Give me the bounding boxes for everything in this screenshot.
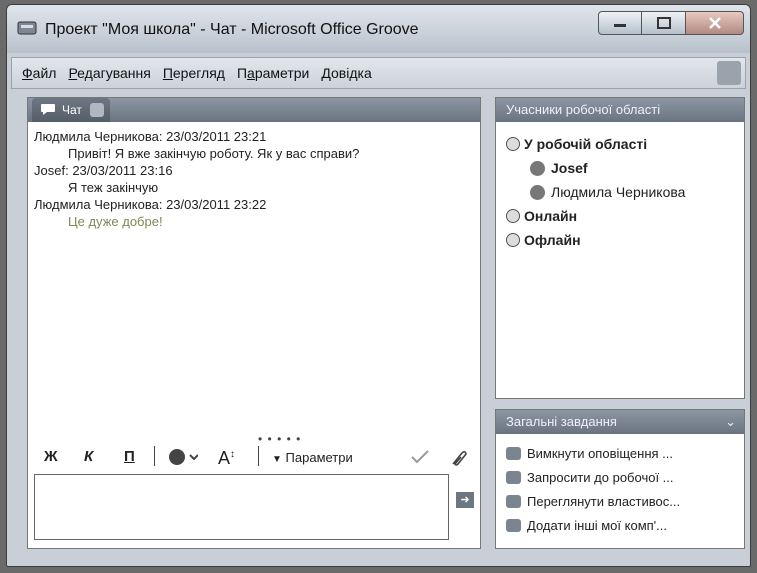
toolbar-divider bbox=[154, 446, 155, 466]
font-color-button[interactable]: A↕ bbox=[218, 448, 235, 469]
expand-group-icon bbox=[506, 137, 520, 151]
minimize-icon bbox=[614, 24, 626, 27]
common-tasks-pane: Загальні завдання ⌄ Вимкнути оповіщення … bbox=[495, 409, 745, 549]
message-time: 23/03/2011 23:22 bbox=[166, 197, 267, 212]
members-pane: Учасники робочої області У робочій облас… bbox=[495, 97, 745, 399]
title-bar[interactable]: Проект "Моя школа" - Чат - Microsoft Off… bbox=[7, 5, 750, 53]
menu-file[interactable]: Файл bbox=[22, 65, 56, 81]
bold-button[interactable]: Ж bbox=[44, 448, 58, 465]
options-button[interactable]: ▼ Параметри bbox=[272, 450, 353, 465]
task-add-computers[interactable]: Додати інші мої комп'... bbox=[506, 518, 667, 533]
user-status-icon bbox=[530, 161, 545, 176]
attach-button[interactable] bbox=[448, 448, 468, 472]
menu-options[interactable]: Параметри bbox=[237, 65, 309, 81]
message-author: Людмила Черникова: bbox=[34, 197, 163, 212]
chat-menu-icon[interactable] bbox=[89, 103, 104, 117]
chat-bubble-icon bbox=[41, 104, 55, 115]
app-window: Проект "Моя школа" - Чат - Microsoft Off… bbox=[6, 4, 751, 567]
chat-pane: Чат Людмила Черникова: 23/03/2011 23:21 … bbox=[27, 97, 481, 549]
italic-button[interactable]: К bbox=[84, 448, 93, 465]
message: Людмила Черникова: 23/03/2011 23:21 Прив… bbox=[34, 128, 474, 162]
emoticon-button[interactable] bbox=[168, 448, 199, 470]
groove-app-icon bbox=[17, 21, 37, 35]
window-controls bbox=[598, 11, 744, 39]
member-item[interactable]: Josef bbox=[530, 160, 588, 176]
emoticon-icon bbox=[169, 449, 199, 465]
menu-help[interactable]: Довідка bbox=[321, 65, 371, 81]
invite-user-icon bbox=[506, 471, 521, 484]
message-text: Привіт! Я вже закінчую роботу. Як у вас … bbox=[68, 146, 360, 161]
message-input[interactable] bbox=[34, 474, 449, 540]
resize-grip[interactable]: • • • • • bbox=[258, 432, 301, 446]
group-in-workspace[interactable]: У робочій області bbox=[506, 136, 647, 152]
dropdown-arrow-icon: ▼ bbox=[272, 454, 282, 465]
message-author: Людмила Черникова: bbox=[34, 129, 163, 144]
send-button[interactable]: ➜ bbox=[456, 492, 474, 508]
tasks-header: Загальні завдання bbox=[496, 410, 744, 434]
toolbar-divider bbox=[258, 446, 259, 466]
member-item[interactable]: Людмила Черникова bbox=[530, 184, 685, 200]
group-online[interactable]: Онлайн bbox=[506, 208, 577, 224]
maximize-icon bbox=[656, 17, 671, 29]
minimize-button[interactable] bbox=[598, 11, 642, 35]
paperclip-icon bbox=[452, 450, 467, 466]
maximize-button[interactable] bbox=[642, 11, 686, 35]
members-header: Учасники робочої області bbox=[496, 98, 744, 122]
alerts-icon bbox=[506, 447, 521, 460]
task-disable-alerts[interactable]: Вимкнути оповіщення ... bbox=[506, 446, 673, 461]
menu-edit[interactable]: Редагування bbox=[68, 65, 150, 81]
format-toolbar: • • • • • Ж К П A↕ ▼ Параметри bbox=[28, 418, 480, 470]
task-invite[interactable]: Запросити до робочої ... bbox=[506, 470, 674, 485]
message-time: 23/03/2011 23:21 bbox=[166, 129, 267, 144]
computers-icon bbox=[506, 519, 521, 532]
message-list: Людмила Черникова: 23/03/2011 23:21 Прив… bbox=[34, 128, 474, 230]
menu-bar: Файл Редагування Перегляд Параметри Дові… bbox=[11, 57, 746, 89]
underline-button[interactable]: П bbox=[124, 448, 135, 465]
message-text: Це дуже добре! bbox=[68, 214, 163, 229]
expand-group-icon bbox=[506, 209, 520, 223]
spellcheck-icon bbox=[411, 450, 429, 464]
tab-chat[interactable]: Чат bbox=[32, 98, 110, 122]
message: Людмила Черникова: 23/03/2011 23:22 Це д… bbox=[34, 196, 474, 230]
window-title: Проект "Моя школа" - Чат - Microsoft Off… bbox=[45, 21, 419, 38]
menu-view[interactable]: Перегляд bbox=[163, 65, 225, 81]
spellcheck-button[interactable] bbox=[410, 448, 430, 470]
close-button[interactable] bbox=[686, 11, 744, 35]
message-text: Я теж закінчую bbox=[68, 180, 159, 195]
message: Josef: 23/03/2011 23:16 Я теж закінчую bbox=[34, 162, 474, 196]
message-author: Josef: bbox=[34, 163, 69, 178]
properties-icon bbox=[506, 495, 521, 508]
collapse-chevron-icon[interactable]: ⌄ bbox=[725, 414, 736, 430]
expand-group-icon bbox=[506, 233, 520, 247]
send-arrow-icon: ➜ bbox=[460, 494, 470, 506]
close-icon bbox=[708, 17, 721, 29]
group-offline[interactable]: Офлайн bbox=[506, 232, 581, 248]
user-status-icon bbox=[530, 185, 545, 200]
groove-logo-icon bbox=[717, 61, 741, 85]
task-properties[interactable]: Переглянути властивос... bbox=[506, 494, 680, 509]
chat-header: Чат bbox=[28, 98, 480, 122]
message-time: 23/03/2011 23:16 bbox=[72, 163, 173, 178]
